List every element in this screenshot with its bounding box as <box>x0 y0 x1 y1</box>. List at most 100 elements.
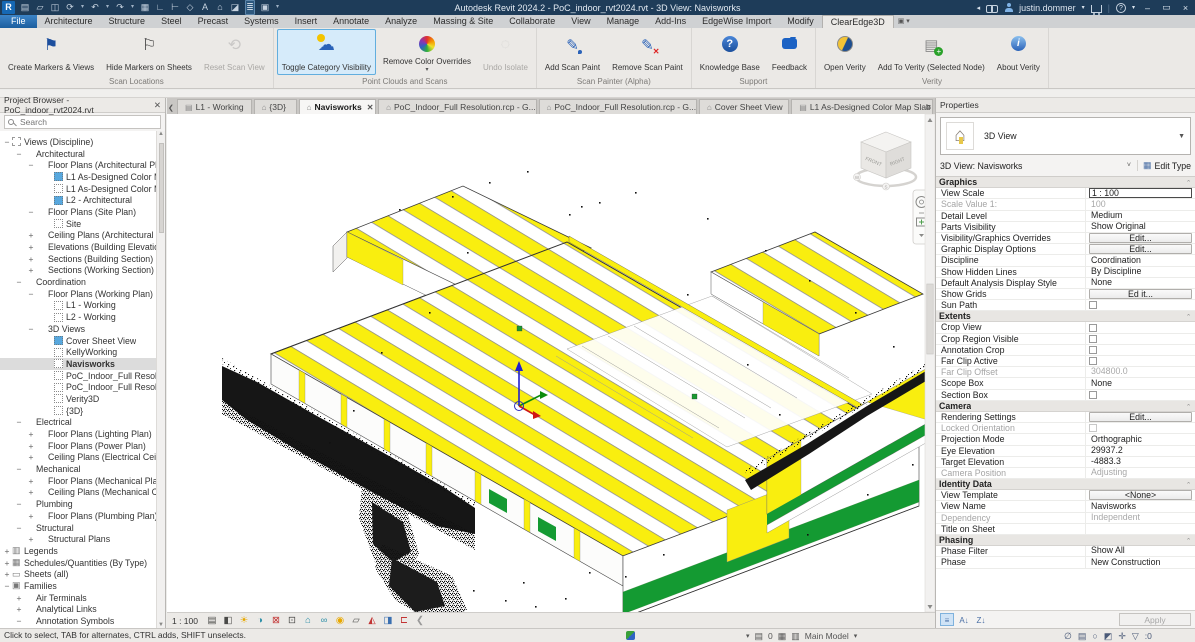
tree-item[interactable]: L2 - Architectural <box>0 194 165 206</box>
view-tab[interactable]: ⌂ Cover Sheet View <box>699 99 789 114</box>
ribbon-button[interactable]: Create Markers & Views <box>3 29 99 75</box>
tree-item[interactable]: + Structural Plans <box>0 533 165 545</box>
view-tab[interactable]: ▤ L1 - Working <box>177 99 252 114</box>
ribbon-tab[interactable]: Systems <box>236 15 287 28</box>
signed-in-user[interactable]: justin.dommer <box>1019 3 1076 13</box>
tree-expander[interactable]: + <box>14 593 24 603</box>
tree-expander[interactable]: + <box>26 429 36 439</box>
tree-item[interactable]: Verity3D <box>0 393 165 405</box>
property-value[interactable] <box>1089 335 1097 343</box>
ribbon-button[interactable]: Knowledge Base <box>695 29 765 75</box>
ribbon-tab[interactable]: Modify <box>779 15 822 28</box>
user-avatar-icon[interactable] <box>1004 3 1013 13</box>
tree-item[interactable]: + Floor Plans (Mechanical Plan) <box>0 475 165 487</box>
tree-item[interactable]: − Floor Plans (Site Plan) <box>0 206 165 218</box>
tree-item[interactable]: L1 As-Designed Color Map Slab ( <box>0 183 165 195</box>
tree-expander[interactable]: − <box>14 277 24 287</box>
tree-item[interactable]: KellyWorking <box>0 346 165 358</box>
tree-item[interactable]: + Floor Plans (Lighting Plan) <box>0 428 165 440</box>
ribbon-tab[interactable]: Steel <box>153 15 190 28</box>
close-button[interactable]: × <box>1179 3 1192 13</box>
minimize-button[interactable]: – <box>1141 3 1154 13</box>
tree-item[interactable]: + Analytical Links <box>0 604 165 616</box>
ribbon-button[interactable]: Hide Markers on Sheets <box>101 29 197 75</box>
tree-expander[interactable]: − <box>14 417 24 427</box>
ribbon-tab[interactable]: EdgeWise Import <box>694 15 779 28</box>
type-selector[interactable]: ⌂ 3D View ▼ <box>940 117 1191 155</box>
crop-view-icon[interactable]: ⊠ <box>270 615 282 626</box>
tree-item[interactable]: + Sections (Building Section) <box>0 253 165 265</box>
property-value[interactable] <box>1089 301 1097 309</box>
ribbon-tab[interactable]: Annotate <box>325 15 377 28</box>
property-value[interactable] <box>1089 346 1097 354</box>
browser-scrollbar[interactable]: ▲ ▼ <box>156 131 165 628</box>
tree-item[interactable]: + Schedules/Quantities (By Type) <box>0 557 165 569</box>
tree-expander[interactable]: − <box>26 324 36 334</box>
property-value[interactable]: 29937.2 <box>1089 446 1192 456</box>
property-value[interactable]: 100 <box>1089 200 1192 210</box>
property-value[interactable]: Show Original <box>1089 222 1192 232</box>
select-underlay-toggle[interactable]: ▤ <box>1078 630 1087 642</box>
ribbon-tab[interactable]: Manage <box>599 15 648 28</box>
tree-item[interactable]: + Elevations (Building Elevation) <box>0 241 165 253</box>
ribbon-tab[interactable]: Structure <box>101 15 154 28</box>
lock-3d-view-icon[interactable]: ⌂ <box>302 615 314 626</box>
property-value[interactable]: Ed it... <box>1089 289 1192 299</box>
temporary-view-properties-icon[interactable]: ▱ <box>350 615 362 626</box>
tree-expander[interactable]: − <box>14 616 24 626</box>
analytical-model-icon[interactable]: ◭ <box>366 615 378 626</box>
active-workset-icon[interactable]: ▤ <box>755 630 764 642</box>
user-menu-caret[interactable]: ▾ <box>1082 4 1085 11</box>
text-icon[interactable]: A <box>200 1 210 14</box>
property-value[interactable]: Adjusting <box>1089 468 1192 478</box>
tree-expander[interactable]: + <box>26 452 36 462</box>
property-value[interactable]: <None> <box>1089 490 1192 500</box>
view-scale-button[interactable]: 1 : 100 <box>172 616 198 626</box>
tree-item[interactable]: + Sheets (all) <box>0 568 165 580</box>
tree-item[interactable]: Navisworks <box>0 358 165 370</box>
tag-by-category-icon[interactable]: ◇ <box>185 1 195 14</box>
open-icon[interactable]: ▱ <box>35 1 45 14</box>
tree-item[interactable]: L1 - Working <box>0 300 165 312</box>
store-cart-icon[interactable] <box>1091 5 1102 13</box>
tree-item[interactable]: + Sections (Working Section) <box>0 265 165 277</box>
property-value[interactable]: None <box>1089 379 1192 389</box>
tab-list-menu-icon[interactable]: ≡ <box>926 102 931 112</box>
tree-item[interactable]: + Legends <box>0 545 165 557</box>
property-value[interactable]: Independent <box>1089 513 1192 523</box>
tree-item[interactable]: Site <box>0 218 165 230</box>
temporary-hide-isolate-icon[interactable]: ∞ <box>318 615 330 626</box>
scrollbar-thumb[interactable] <box>159 143 164 233</box>
ribbon-button[interactable]: Feedback <box>767 29 812 75</box>
property-value[interactable]: 304800.0 <box>1089 367 1192 377</box>
ribbon-tab[interactable]: Collaborate <box>501 15 563 28</box>
property-value[interactable]: Edit... <box>1089 412 1192 422</box>
ribbon-tab[interactable]: Precast <box>190 15 237 28</box>
sort-ascending-icon[interactable]: A↓ <box>957 613 971 626</box>
tree-item[interactable]: {3D} <box>0 405 165 417</box>
displacement-sets-icon[interactable]: ◨ <box>382 615 394 626</box>
tree-expander[interactable]: + <box>26 534 36 544</box>
scroll-left-icon[interactable]: ❮ <box>414 615 426 626</box>
property-value[interactable]: Medium <box>1089 211 1192 221</box>
help-icon[interactable] <box>1116 3 1126 13</box>
tree-expander[interactable]: − <box>14 464 24 474</box>
tree-item[interactable]: − Views (Discipline) <box>0 136 165 148</box>
file-icon[interactable]: ▤ <box>20 1 30 14</box>
tree-expander[interactable]: − <box>26 207 36 217</box>
active-design-option[interactable]: Main Model <box>805 631 849 641</box>
sync-with-central-icon[interactable]: ⟳ <box>65 1 75 14</box>
view-tab[interactable]: ⌂ PoC_Indoor_Full Resolution.rcp - G... <box>539 99 697 114</box>
sort-descending-icon[interactable]: Z↓ <box>974 613 988 626</box>
edit-type-button[interactable]: ▦ Edit Type <box>1137 160 1191 171</box>
tab-scroll-left-icon[interactable]: ❮ <box>168 104 174 112</box>
aligned-dimension-icon[interactable]: ⊢ <box>170 1 180 14</box>
tree-item[interactable]: + Ceiling Plans (Architectural Ceiling P… <box>0 230 165 242</box>
tree-expander[interactable]: + <box>2 546 12 556</box>
tree-expander[interactable]: − <box>2 137 12 147</box>
property-value[interactable]: None <box>1089 278 1192 288</box>
scroll-up-icon[interactable]: ▲ <box>158 131 164 137</box>
tree-item[interactable]: − Electrical <box>0 417 165 429</box>
property-value[interactable]: Orthographic <box>1089 435 1192 445</box>
detail-level-icon[interactable]: ▤ <box>206 615 218 626</box>
